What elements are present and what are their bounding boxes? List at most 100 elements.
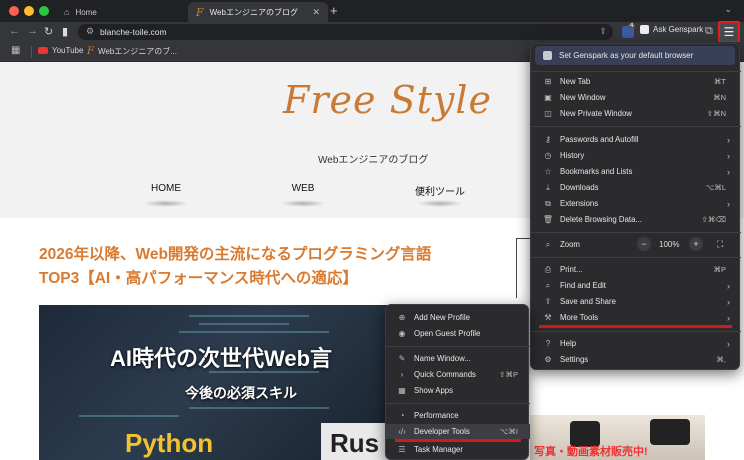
minimize-window-button[interactable] <box>24 6 34 16</box>
chevron-right-icon: › <box>727 198 730 209</box>
submenu-item-show-apps[interactable]: ▦ Show Apps <box>386 383 530 398</box>
menu-item-bookmarks[interactable]: ☆ Bookmarks and Lists › <box>531 164 741 179</box>
bookmark-icon: ☆ <box>544 167 552 176</box>
article-hero-image[interactable]: AI時代の次世代Web言 今後の必須スキル Python Rus <box>39 305 399 460</box>
submenu-item-developer-tools[interactable]: ‹/› Developer Tools ⌥⌘I <box>386 424 530 439</box>
menu-item-new-tab[interactable]: ⊞ New Tab ⌘T <box>531 74 741 89</box>
ask-genspark-label: Ask Genspark <box>653 25 704 34</box>
bookmark-tab-icon[interactable]: ▮ <box>62 25 68 38</box>
nav-web[interactable]: WEB <box>273 183 333 194</box>
menu-item-new-window[interactable]: ▣ New Window ⌘N <box>531 90 741 105</box>
menu-item-print[interactable]: ⎙ Print... ⌘P <box>531 262 741 277</box>
chevron-right-icon: › <box>727 166 730 177</box>
main-menu-button[interactable]: ☰ <box>718 21 740 43</box>
bookmark-blog[interactable]: F Webエンジニアのブ... <box>87 46 177 57</box>
apps-icon: ▦ <box>398 386 406 395</box>
zoom-level: 100% <box>659 240 680 249</box>
print-icon: ⎙ <box>544 264 552 274</box>
menu-item-extensions[interactable]: ⧉ Extensions › <box>531 196 741 211</box>
browser-main-menu: Set Genspark as your default browser ⊞ N… <box>530 43 741 370</box>
banner-text: 写真・動画素材販売中! <box>534 446 648 458</box>
submenu-item-task-manager[interactable]: ☰ Task Manager <box>386 442 530 457</box>
bookmark-label: YouTube <box>52 46 84 55</box>
menu-item-help[interactable]: ? Help › <box>531 336 741 351</box>
menu-item-new-private-window[interactable]: ◫ New Private Window ⇧⌘N <box>531 106 741 121</box>
ask-genspark-button[interactable]: Ask Genspark <box>640 25 703 34</box>
favicon-f-icon: F <box>196 5 204 19</box>
reload-icon[interactable]: ↻ <box>44 25 53 38</box>
new-tab-button[interactable]: + <box>330 3 338 18</box>
tools-icon: ⚒ <box>544 313 552 322</box>
hamburger-icon: ☰ <box>723 25 735 39</box>
download-icon: ⤓ <box>546 182 550 192</box>
bookmarks-divider <box>31 46 32 58</box>
help-icon: ? <box>545 339 551 348</box>
quick-commands-icon: › <box>400 370 404 379</box>
nav-tools[interactable]: 便利ツール <box>410 183 470 198</box>
extension-badge-count: 4 <box>628 23 636 29</box>
more-tools-highlight <box>539 325 732 328</box>
settings-icon: ⚙ <box>544 355 552 364</box>
site-info-icon[interactable]: ⚙ <box>86 26 94 37</box>
maximize-window-button[interactable] <box>39 6 49 16</box>
site-logo[interactable]: Free Style <box>283 78 492 122</box>
share-icon[interactable]: ⇪ <box>599 26 607 37</box>
puzzle-icon: ⧉ <box>545 198 551 208</box>
nav-home[interactable]: HOME <box>136 183 196 194</box>
performance-icon: ◔ <box>399 411 405 420</box>
history-icon: ◷ <box>544 151 552 160</box>
tab-blog[interactable]: F Webエンジニアのブログ ✕ <box>188 2 328 22</box>
submenu-item-quick-commands[interactable]: › Quick Commands ⇧⌘P <box>386 367 530 382</box>
menu-item-zoom: ⌕ Zoom − 100% + ⛶ <box>531 237 741 252</box>
sidebar-camera-banner[interactable]: 写真・動画素材販売中! <box>530 415 705 460</box>
genspark-icon <box>640 25 649 34</box>
menu-item-save-share[interactable]: ⇪ Save and Share › <box>531 294 741 309</box>
share-icon: ⇪ <box>544 297 552 306</box>
menu-item-settings[interactable]: ⚙ Settings ⌘, <box>531 352 741 367</box>
article-title-line-2: TOP3【AI・高パフォーマンス時代への適応】 <box>39 270 358 287</box>
private-window-icon: ◫ <box>544 109 552 118</box>
close-window-button[interactable] <box>9 6 19 16</box>
extensions-puzzle-icon[interactable]: ⧉ <box>705 25 713 38</box>
promo-label: Set Genspark as your default browser <box>559 51 694 60</box>
favicon-f-icon: F <box>87 46 94 57</box>
menu-item-history[interactable]: ◷ History › <box>531 148 741 163</box>
chevron-right-icon: › <box>727 312 730 323</box>
zoom-out-button[interactable]: − <box>637 237 651 251</box>
fullscreen-icon[interactable]: ⛶ <box>717 239 723 250</box>
menu-item-delete-browsing-data[interactable]: 🗑 Delete Browsing Data... ⇧⌘⌫ <box>531 212 741 227</box>
tab-home[interactable]: ⌂ Home <box>56 2 186 22</box>
submenu-item-name-window[interactable]: ✎ Name Window... <box>386 351 530 366</box>
article-title[interactable]: 2026年以降、Web開発の主流になるプログラミング言語 TOP3【AI・高パフ… <box>39 243 479 291</box>
zoom-in-button[interactable]: + <box>689 237 703 251</box>
apps-grid-icon[interactable]: ▦ <box>11 45 20 56</box>
bookmark-youtube[interactable]: YouTube <box>38 46 83 55</box>
address-bar[interactable]: ⚙ blanche-toile.com ⇪ <box>78 24 613 40</box>
menu-item-more-tools[interactable]: ⚒ More Tools › <box>531 310 741 325</box>
chevron-right-icon: › <box>727 280 730 291</box>
close-tab-icon[interactable]: ✕ <box>312 7 320 18</box>
url-text[interactable]: blanche-toile.com <box>100 27 167 37</box>
chevron-right-icon: › <box>727 296 730 307</box>
menu-item-downloads[interactable]: ⤓ Downloads ⌥⌘L <box>531 180 741 195</box>
hero-python-text: Python <box>125 428 214 458</box>
guest-profile-icon: ◉ <box>398 329 406 338</box>
submenu-item-add-profile[interactable]: ⊕ Add New Profile <box>386 310 530 325</box>
zoom-icon: ⌕ <box>545 239 551 249</box>
forward-icon[interactable]: → <box>27 25 38 37</box>
back-icon[interactable]: ← <box>9 25 20 37</box>
tab-search-chevron-icon[interactable]: ⌄ <box>724 4 732 15</box>
submenu-item-performance[interactable]: ◔ Performance <box>386 408 530 423</box>
menu-item-passwords[interactable]: ⚷ Passwords and Autofill › <box>531 132 741 147</box>
menu-item-find-edit[interactable]: ⌕ Find and Edit › <box>531 278 741 293</box>
submenu-item-guest-profile[interactable]: ◉ Open Guest Profile <box>386 326 530 341</box>
hero-rust-text: Rus <box>330 428 380 458</box>
name-window-icon: ✎ <box>398 354 406 363</box>
tab-strip: ⌂ Home F Webエンジニアのブログ ✕ + ⌄ <box>0 0 744 22</box>
task-manager-icon: ☰ <box>398 445 406 454</box>
set-default-browser-item[interactable]: Set Genspark as your default browser <box>535 46 735 65</box>
tab-label: Home <box>75 7 97 17</box>
site-tagline: Webエンジニアのブログ <box>318 155 429 166</box>
chevron-right-icon: › <box>727 150 730 161</box>
genspark-icon <box>543 51 552 60</box>
